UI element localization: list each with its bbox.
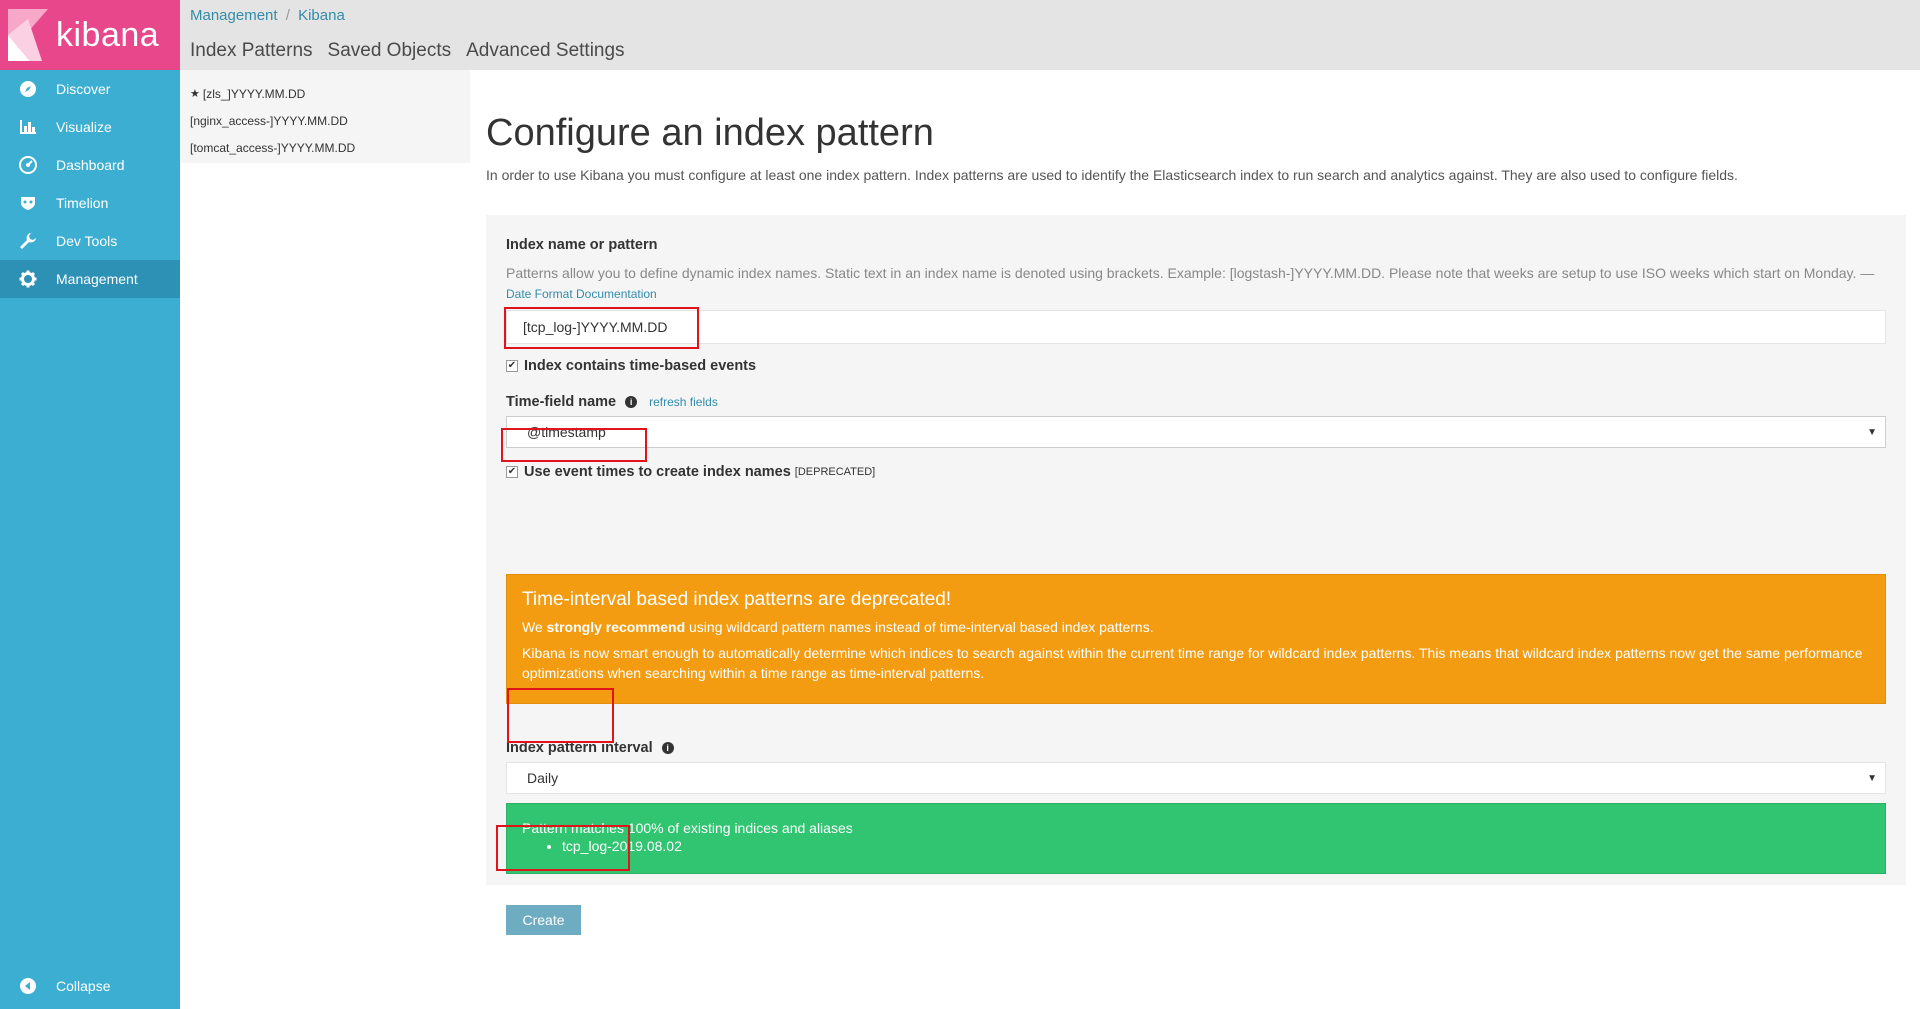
warning-text-post: using wildcard pattern names instead of … (689, 619, 1154, 635)
breadcrumb-management[interactable]: Management (190, 7, 278, 24)
time-field-header: Time-field name i refresh fields (506, 394, 1886, 410)
star-icon: ★ (190, 88, 200, 100)
time-field-label: Time-field name (506, 394, 617, 410)
refresh-fields-link[interactable]: refresh fields (649, 395, 718, 409)
sidebar-item-discover[interactable]: Discover (0, 70, 180, 108)
tab-advanced-settings[interactable]: Advanced Settings (466, 40, 624, 62)
sidebar-item-label: Dev Tools (56, 233, 118, 249)
index-pattern-list: ★ [zls_]YYYY.MM.DD [nginx_access-]YYYY.M… (180, 70, 470, 163)
chevron-left-icon (18, 976, 38, 996)
sidebar-item-label: Management (56, 271, 138, 287)
sidebar-item-label: Timelion (56, 195, 109, 211)
kibana-logo-icon (8, 9, 48, 61)
sidebar: kibana Discover Visualize Dashboard Time… (0, 0, 180, 1009)
gauge-icon (18, 155, 38, 175)
time-based-label: Index contains time-based events (524, 358, 757, 374)
warning-title: Time-interval based index patterns are d… (522, 589, 952, 610)
time-field-select[interactable]: @timestamp ▼ (506, 416, 1886, 448)
sidebar-item-timelion[interactable]: Timelion (0, 184, 180, 222)
index-pattern-name: [zls_]YYYY.MM.DD (202, 87, 306, 101)
index-pattern-name: [tomcat_access-]YYYY.MM.DD (190, 141, 356, 155)
sidebar-item-label: Discover (56, 81, 111, 97)
matched-index: tcp_log-2019.08.02 (562, 838, 1870, 854)
warning-text-strong: strongly recommend (546, 619, 686, 635)
breadcrumb-separator: / (285, 7, 290, 24)
sidebar-item-label: Visualize (56, 119, 112, 135)
sidebar-item-visualize[interactable]: Visualize (0, 108, 180, 146)
info-icon: i (625, 396, 638, 408)
deprecated-tag: [DEPRECATED] (794, 466, 876, 478)
main-content: Configure an index pattern In order to u… (486, 70, 1906, 935)
sidebar-item-management[interactable]: Management (0, 260, 180, 298)
page-title: Configure an index pattern (486, 112, 934, 154)
sidebar-nav: Discover Visualize Dashboard Timelion De… (0, 70, 180, 298)
time-based-checkbox[interactable]: ✔ (506, 360, 518, 372)
warning-text-1: We strongly recommend using wildcard pat… (522, 617, 1870, 637)
top-bar: Management / Kibana Index Patterns Saved… (180, 0, 1920, 70)
tab-index-patterns[interactable]: Index Patterns (190, 40, 313, 62)
event-times-label: Use event times to create index names (524, 464, 791, 480)
collapse-button[interactable]: Collapse (0, 967, 180, 1005)
index-name-label: Index name or pattern (506, 237, 658, 253)
sidebar-item-dashboard[interactable]: Dashboard (0, 146, 180, 184)
tab-saved-objects[interactable]: Saved Objects (328, 40, 452, 62)
gear-icon (18, 269, 38, 289)
warning-text-pre: We (522, 619, 543, 635)
caret-down-icon: ▼ (1867, 426, 1877, 438)
index-name-input[interactable]: [tcp_log-]YYYY.MM.DD (506, 310, 1886, 344)
warning-text-2: Kibana is now smart enough to automatica… (522, 645, 1863, 681)
mask-icon (18, 193, 38, 213)
info-icon: i (661, 742, 674, 754)
create-button[interactable]: Create (506, 905, 581, 935)
event-times-checkbox[interactable]: ✔ (506, 466, 518, 478)
breadcrumb-kibana[interactable]: Kibana (298, 7, 345, 24)
app-name: kibana (56, 15, 160, 54)
page-intro: In order to use Kibana you must configur… (486, 167, 1738, 183)
time-field-value: @timestamp (527, 424, 606, 440)
management-tabs: Index Patterns Saved Objects Advanced Se… (190, 40, 625, 62)
pattern-match-text: Pattern matches 100% of existing indices… (522, 820, 853, 836)
caret-down-icon: ▼ (1867, 772, 1877, 784)
wrench-icon (18, 231, 38, 251)
matched-index-list: tcp_log-2019.08.02 (562, 838, 1870, 854)
index-pattern-item[interactable]: [nginx_access-]YYYY.MM.DD (180, 113, 470, 140)
pattern-match-alert: Pattern matches 100% of existing indices… (506, 803, 1886, 874)
kibana-logo[interactable]: kibana (0, 0, 180, 70)
index-pattern-form: Index name or pattern Patterns allow you… (486, 215, 1906, 935)
index-name-value: [tcp_log-]YYYY.MM.DD (523, 319, 668, 335)
index-pattern-item[interactable]: [tomcat_access-]YYYY.MM.DD (180, 140, 470, 167)
index-help-text: Patterns allow you to define dynamic ind… (506, 265, 1875, 281)
index-pattern-item[interactable]: ★ [zls_]YYYY.MM.DD (180, 86, 470, 113)
bar-chart-icon (18, 117, 38, 137)
interval-value: Daily (527, 770, 559, 786)
interval-label: Index pattern interval (506, 740, 653, 756)
index-pattern-name: [nginx_access-]YYYY.MM.DD (190, 114, 348, 128)
deprecation-warning: Time-interval based index patterns are d… (506, 574, 1886, 704)
date-format-docs-link[interactable]: Date Format Documentation (506, 287, 657, 301)
interval-select[interactable]: Daily ▼ (506, 762, 1886, 794)
interval-header: Index pattern interval i (506, 740, 674, 756)
breadcrumb: Management / Kibana (190, 7, 345, 24)
sidebar-item-dev-tools[interactable]: Dev Tools (0, 222, 180, 260)
collapse-label: Collapse (56, 978, 111, 994)
index-name-help: Patterns allow you to define dynamic ind… (506, 263, 1886, 304)
sidebar-item-label: Dashboard (56, 157, 125, 173)
time-based-row: ✔ Index contains time-based events (506, 358, 1886, 374)
compass-icon (18, 79, 38, 99)
event-times-row: ✔ Use event times to create index names … (506, 464, 1886, 480)
